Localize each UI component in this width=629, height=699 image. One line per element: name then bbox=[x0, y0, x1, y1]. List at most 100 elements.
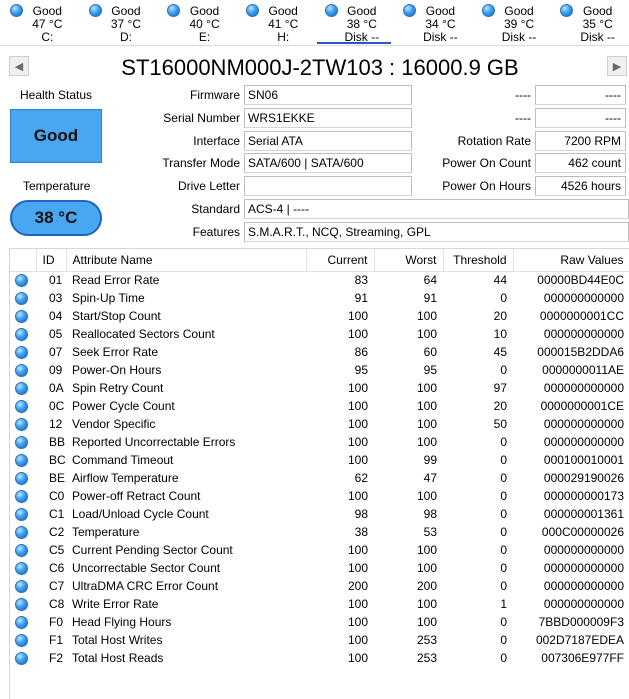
table-row[interactable]: 09 Power-On Hours 95 95 0 0000000011AE bbox=[10, 361, 629, 379]
disk-tab[interactable]: Good 38 °C Disk -- bbox=[315, 0, 394, 46]
threshold-column-header[interactable]: Threshold bbox=[443, 249, 514, 272]
table-row[interactable]: 01 Read Error Rate 83 64 44 00000BD44E0C bbox=[10, 271, 629, 289]
power-on-hours-field: 4526 hours bbox=[535, 176, 626, 196]
standard-field: ACS-4 | ---- bbox=[244, 199, 629, 219]
threshold-cell: 97 bbox=[493, 381, 507, 395]
disk-tab[interactable]: Good 39 °C Disk -- bbox=[472, 0, 551, 46]
table-row[interactable]: 03 Spin-Up Time 91 91 0 000000000000 bbox=[10, 289, 629, 307]
attribute-name-cell: Write Error Rate bbox=[72, 597, 159, 611]
previous-disk-button[interactable]: ◀ bbox=[9, 56, 29, 76]
status-dot-icon bbox=[15, 508, 28, 522]
table-row[interactable]: C5 Current Pending Sector Count 100 100 0 000… bbox=[10, 541, 629, 559]
rotation-rate-label: Rotation Rate bbox=[457, 134, 531, 148]
status-dot-icon bbox=[15, 616, 28, 630]
id-cell: 09 bbox=[49, 363, 63, 377]
table-row[interactable]: BB Reported Uncorrectable Errors 100 100 0 00… bbox=[10, 433, 629, 451]
table-row[interactable]: C2 Temperature 38 53 0 000C00000026 bbox=[10, 523, 629, 541]
worst-cell: 100 bbox=[416, 543, 437, 557]
smart-attributes-table[interactable]: ID Attribute Name Current Worst Threshol… bbox=[9, 248, 629, 699]
worst-cell: 95 bbox=[423, 363, 437, 377]
id-cell: 04 bbox=[49, 309, 63, 323]
health-status-label: Health Status bbox=[20, 88, 93, 102]
disk-label: Disk -- bbox=[423, 30, 458, 44]
table-row[interactable]: C7 UltraDMA CRC Error Count 200 200 0 0000000… bbox=[10, 577, 629, 595]
table-row[interactable]: BE Airflow Temperature 62 47 0 000029190026 bbox=[10, 469, 629, 487]
status-cell bbox=[10, 469, 36, 487]
attribute-name-column-header[interactable]: Attribute Name bbox=[66, 249, 307, 272]
table-row[interactable]: 05 Reallocated Sectors Count 100 100 10 00000… bbox=[10, 325, 629, 343]
worst-column-header[interactable]: Worst bbox=[374, 249, 444, 272]
status-dot-icon bbox=[15, 292, 28, 306]
status-dot-icon bbox=[15, 346, 28, 360]
id-cell: 01 bbox=[49, 273, 63, 288]
status-cell bbox=[10, 595, 36, 613]
raw-value-cell: 000000000000 bbox=[543, 381, 624, 395]
table-row[interactable]: BC Command Timeout 100 99 0 000100010001 bbox=[10, 451, 629, 469]
table-row[interactable]: F1 Total Host Writes 100 253 0 002D7187EDEA bbox=[10, 631, 629, 649]
disk-tab[interactable]: Good 41 °C H: bbox=[236, 0, 315, 46]
status-cell bbox=[10, 505, 36, 523]
status-cell bbox=[10, 631, 36, 649]
status-cell bbox=[10, 487, 36, 505]
raw-value-cell: 000000001361 bbox=[543, 507, 624, 521]
id-cell: 07 bbox=[49, 345, 63, 359]
table-row[interactable]: C0 Power-off Retract Count 100 100 0 00000000… bbox=[10, 487, 629, 505]
raw-value-cell: 0000000001CE bbox=[540, 399, 624, 413]
threshold-cell: 0 bbox=[500, 525, 507, 539]
firmware-field: SN06 bbox=[244, 85, 412, 105]
status-cell bbox=[10, 325, 36, 343]
firmware-label: Firmware bbox=[190, 88, 240, 102]
health-status-button[interactable]: Good bbox=[10, 109, 102, 163]
disk-tab[interactable]: Good 47 °C C: bbox=[0, 0, 79, 46]
interface-field: Serial ATA bbox=[244, 131, 412, 151]
status-dot-icon bbox=[15, 418, 28, 432]
current-cell: 100 bbox=[347, 381, 368, 395]
disk-tab[interactable]: Good 35 °C Disk -- bbox=[550, 0, 629, 46]
temperature-button[interactable]: 38 °C bbox=[10, 200, 102, 236]
current-cell: 100 bbox=[347, 633, 368, 647]
status-column-header[interactable] bbox=[10, 249, 37, 272]
threshold-cell: 0 bbox=[500, 363, 507, 377]
current-cell: 95 bbox=[354, 363, 368, 377]
features-label: Features bbox=[192, 225, 240, 239]
threshold-cell: 1 bbox=[500, 597, 507, 611]
current-cell: 86 bbox=[354, 345, 368, 359]
table-row[interactable]: C8 Write Error Rate 100 100 1 000000000000 bbox=[10, 595, 629, 613]
current-column-header[interactable]: Current bbox=[306, 249, 375, 272]
raw-value-cell: 000000000000 bbox=[543, 417, 624, 431]
table-row[interactable]: F0 Head Flying Hours 100 100 0 7BBD000009F3 bbox=[10, 613, 629, 631]
threshold-cell: 0 bbox=[500, 579, 507, 593]
threshold-cell: 0 bbox=[500, 435, 507, 449]
table-row[interactable]: 0C Power Cycle Count 100 100 20 0000000001CE bbox=[10, 397, 629, 415]
attribute-name-cell: Spin-Up Time bbox=[72, 291, 145, 305]
table-row[interactable]: F2 Total Host Reads 100 253 0 007306E977FF bbox=[10, 649, 629, 667]
disk-label: Disk -- bbox=[580, 30, 616, 44]
table-row[interactable]: 07 Seek Error Rate 86 60 45 000015B2DDA6 bbox=[10, 343, 629, 361]
raw-value-cell: 000000000000 bbox=[543, 543, 624, 557]
attribute-name-cell: Power Cycle Count bbox=[72, 399, 175, 413]
status-dot-icon bbox=[15, 400, 28, 414]
status-dot-icon bbox=[15, 364, 28, 378]
current-cell: 38 bbox=[354, 525, 368, 539]
raw-values-column-header[interactable]: Raw Values bbox=[513, 249, 629, 272]
worst-cell: 100 bbox=[416, 597, 437, 611]
table-row[interactable]: 0A Spin Retry Count 100 100 97 000000000000 bbox=[10, 379, 629, 397]
id-column-header[interactable]: ID bbox=[36, 249, 67, 272]
table-row[interactable]: 12 Vendor Specific 100 100 50 000000000000 bbox=[10, 415, 629, 433]
attribute-name-cell: Load/Unload Cycle Count bbox=[72, 507, 209, 521]
attribute-name-cell: Current Pending Sector Count bbox=[72, 543, 233, 557]
drive-letter-field bbox=[244, 176, 412, 196]
disk-temperature: 37 °C bbox=[110, 17, 142, 31]
table-row[interactable]: C1 Load/Unload Cycle Count 98 98 0 0000000013… bbox=[10, 505, 629, 523]
disk-tab[interactable]: Good 34 °C Disk -- bbox=[393, 0, 472, 46]
table-row[interactable]: C6 Uncorrectable Sector Count 100 100 0 00000… bbox=[10, 559, 629, 577]
next-disk-button[interactable]: ▶ bbox=[607, 56, 627, 76]
worst-cell: 100 bbox=[416, 489, 437, 503]
table-row[interactable]: 04 Start/Stop Count 100 100 20 0000000001CC bbox=[10, 307, 629, 325]
disk-tab[interactable]: Good 37 °C D: bbox=[79, 0, 158, 46]
disk-tab[interactable]: Good 40 °C E: bbox=[157, 0, 236, 46]
threshold-cell: 44 bbox=[493, 273, 507, 288]
transfer-mode-label: Transfer Mode bbox=[162, 156, 240, 170]
power-on-count-label: Power On Count bbox=[442, 156, 531, 170]
arrow-left-icon: ◀ bbox=[14, 60, 24, 73]
